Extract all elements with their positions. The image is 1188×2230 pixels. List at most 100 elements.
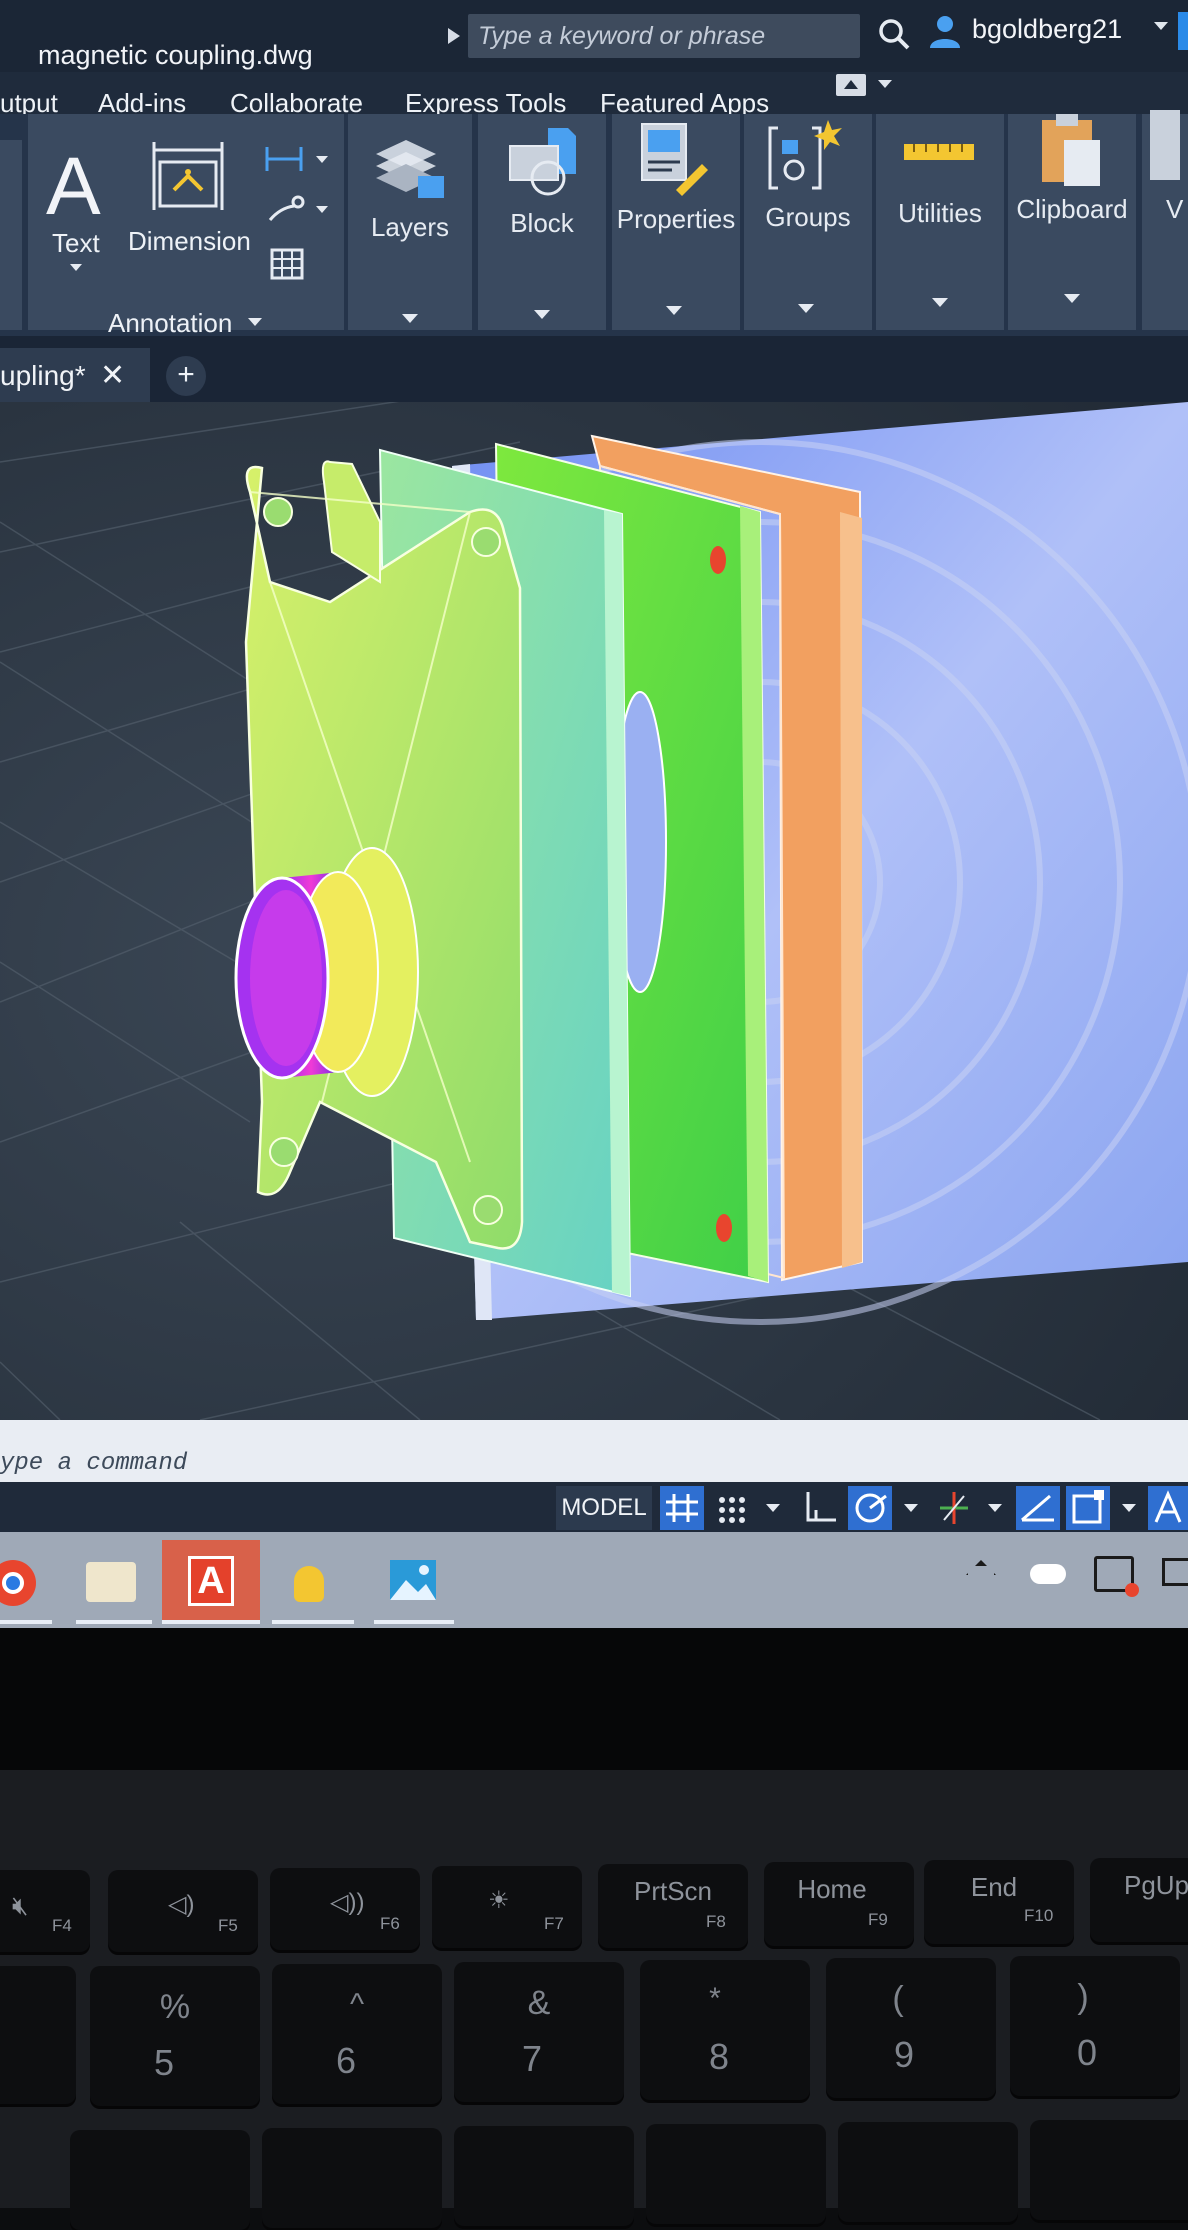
- photos-icon[interactable]: [390, 1560, 436, 1600]
- dimension-tool-label[interactable]: Dimension: [128, 226, 251, 257]
- key-f4[interactable]: 🔇︎ F4: [0, 1870, 90, 1952]
- key-9[interactable]: ( 9: [826, 1958, 996, 2098]
- chevron-down-icon[interactable]: [798, 304, 814, 313]
- chevron-down-icon[interactable]: [534, 310, 550, 319]
- key-fn-label: F9: [868, 1910, 888, 1929]
- key-pgup[interactable]: PgUp: [1090, 1858, 1188, 1942]
- annotation-panel-label[interactable]: Annotation: [108, 308, 232, 339]
- key-row-partial[interactable]: [1030, 2120, 1188, 2220]
- object-snap-tracking-icon[interactable]: [932, 1486, 976, 1530]
- dimension-icon[interactable]: [150, 140, 226, 212]
- grid-display-icon[interactable]: [660, 1486, 704, 1530]
- key-f8[interactable]: PrtScn F8: [598, 1864, 748, 1948]
- key-f6[interactable]: ◁)) F6: [270, 1868, 420, 1950]
- block-icon[interactable]: [504, 124, 582, 202]
- chevron-down-icon[interactable]: [248, 318, 262, 326]
- ribbon-panel-partial: [0, 140, 22, 330]
- key-row-partial[interactable]: [70, 2130, 250, 2230]
- taskbar-running-indicator: [0, 1620, 52, 1624]
- isometric-drafting-icon[interactable]: [1016, 1486, 1060, 1530]
- chevron-down-icon[interactable]: [878, 80, 892, 88]
- file-title: magnetic coupling.dwg: [38, 40, 313, 70]
- chevron-down-icon[interactable]: [904, 1504, 918, 1512]
- key-8[interactable]: * 8: [640, 1960, 810, 2100]
- flange-hole: [473, 1195, 503, 1225]
- clipboard-icon[interactable]: [1036, 110, 1106, 190]
- key-row-partial[interactable]: [646, 2124, 826, 2224]
- close-icon[interactable]: ✕: [100, 358, 125, 393]
- polar-tracking-icon[interactable]: [848, 1486, 892, 1530]
- key-fn-label: F8: [706, 1912, 726, 1931]
- key-4[interactable]: [0, 1966, 76, 2104]
- annotation-scale-icon[interactable]: [1148, 1486, 1188, 1530]
- search-icon[interactable]: [876, 16, 912, 52]
- volume-down-icon: ◁): [168, 1891, 195, 1918]
- measure-icon[interactable]: [902, 140, 976, 164]
- model-canvas[interactable]: [0, 402, 1188, 1420]
- user-name[interactable]: bgoldberg21: [972, 14, 1122, 45]
- flange-hole: [263, 497, 293, 527]
- chevron-down-icon[interactable]: [666, 306, 682, 315]
- key-f9[interactable]: Home F9: [764, 1862, 914, 1946]
- key-main-label: 7: [521, 2038, 543, 2079]
- key-main-label: 9: [893, 2034, 915, 2075]
- chevron-down-icon[interactable]: [1064, 294, 1080, 303]
- notepad-icon[interactable]: [86, 1562, 136, 1602]
- autocad-icon[interactable]: A: [188, 1556, 234, 1606]
- user-icon[interactable]: [926, 12, 964, 50]
- key-f7[interactable]: ☀︎ F7: [432, 1866, 582, 1948]
- leader-icon[interactable]: [266, 194, 306, 224]
- drawing-viewport[interactable]: [0, 402, 1188, 1420]
- fusion-app-icon[interactable]: [294, 1566, 324, 1602]
- key-shift-label: &: [527, 1984, 551, 2022]
- new-tab-button[interactable]: +: [166, 356, 206, 396]
- snap-mode-icon[interactable]: [710, 1486, 754, 1530]
- volume-up-icon: ◁)): [330, 1889, 365, 1916]
- chevron-down-icon[interactable]: [1154, 22, 1168, 30]
- key-row-partial[interactable]: [838, 2122, 1018, 2222]
- key-0[interactable]: ) 0: [1010, 1956, 1180, 2096]
- mute-icon: 🔇︎: [12, 1890, 29, 1920]
- minimize-ribbon-button[interactable]: [836, 74, 866, 96]
- chevron-down-icon[interactable]: [316, 206, 328, 213]
- key-7[interactable]: & 7: [454, 1962, 624, 2102]
- key-row-partial[interactable]: [262, 2128, 442, 2228]
- table-icon[interactable]: [270, 248, 304, 280]
- command-input[interactable]: [0, 1448, 600, 1478]
- display-icon[interactable]: [1162, 1558, 1188, 1586]
- search-input[interactable]: [478, 18, 848, 54]
- notification-app-icon[interactable]: [1094, 1556, 1139, 1597]
- chevron-down-icon[interactable]: [988, 1504, 1002, 1512]
- chevron-down-icon[interactable]: [70, 264, 82, 271]
- search-arrow-icon[interactable]: [448, 28, 460, 44]
- key-row-partial[interactable]: [454, 2126, 634, 2226]
- chevron-down-icon[interactable]: [402, 314, 418, 323]
- model-space-button[interactable]: MODEL: [556, 1486, 652, 1530]
- ortho-mode-icon[interactable]: [798, 1486, 842, 1530]
- layers-icon[interactable]: [370, 128, 450, 202]
- onedrive-icon[interactable]: [1030, 1564, 1066, 1584]
- key-shift-label: ): [1077, 1978, 1089, 2016]
- key-6[interactable]: ^ 6: [272, 1964, 442, 2104]
- object-snap-icon[interactable]: [1066, 1486, 1110, 1530]
- key-f10[interactable]: End F10: [924, 1860, 1074, 1944]
- text-icon[interactable]: A: [46, 140, 101, 234]
- view-icon[interactable]: [1150, 110, 1180, 180]
- key-shift-label: (: [892, 1980, 904, 2018]
- key-f5[interactable]: ◁) F5: [108, 1870, 258, 1952]
- chevron-down-icon[interactable]: [316, 156, 328, 163]
- tab-label[interactable]: upling*: [0, 360, 86, 392]
- linear-dimension-icon[interactable]: [264, 144, 304, 174]
- text-tool-label[interactable]: Text: [52, 228, 100, 259]
- groups-icon[interactable]: [766, 118, 848, 194]
- key-5[interactable]: % 5: [90, 1966, 260, 2106]
- key-fn-label: F10: [1024, 1906, 1054, 1925]
- key-shift-label: *: [709, 1982, 721, 2015]
- flange-hole: [471, 527, 501, 557]
- chevron-down-icon[interactable]: [1122, 1504, 1136, 1512]
- chevron-down-icon[interactable]: [766, 1504, 780, 1512]
- chevron-down-icon[interactable]: [932, 298, 948, 307]
- mounting-hole: [710, 546, 726, 574]
- properties-icon[interactable]: [636, 120, 716, 198]
- flange-hole: [269, 1137, 299, 1167]
